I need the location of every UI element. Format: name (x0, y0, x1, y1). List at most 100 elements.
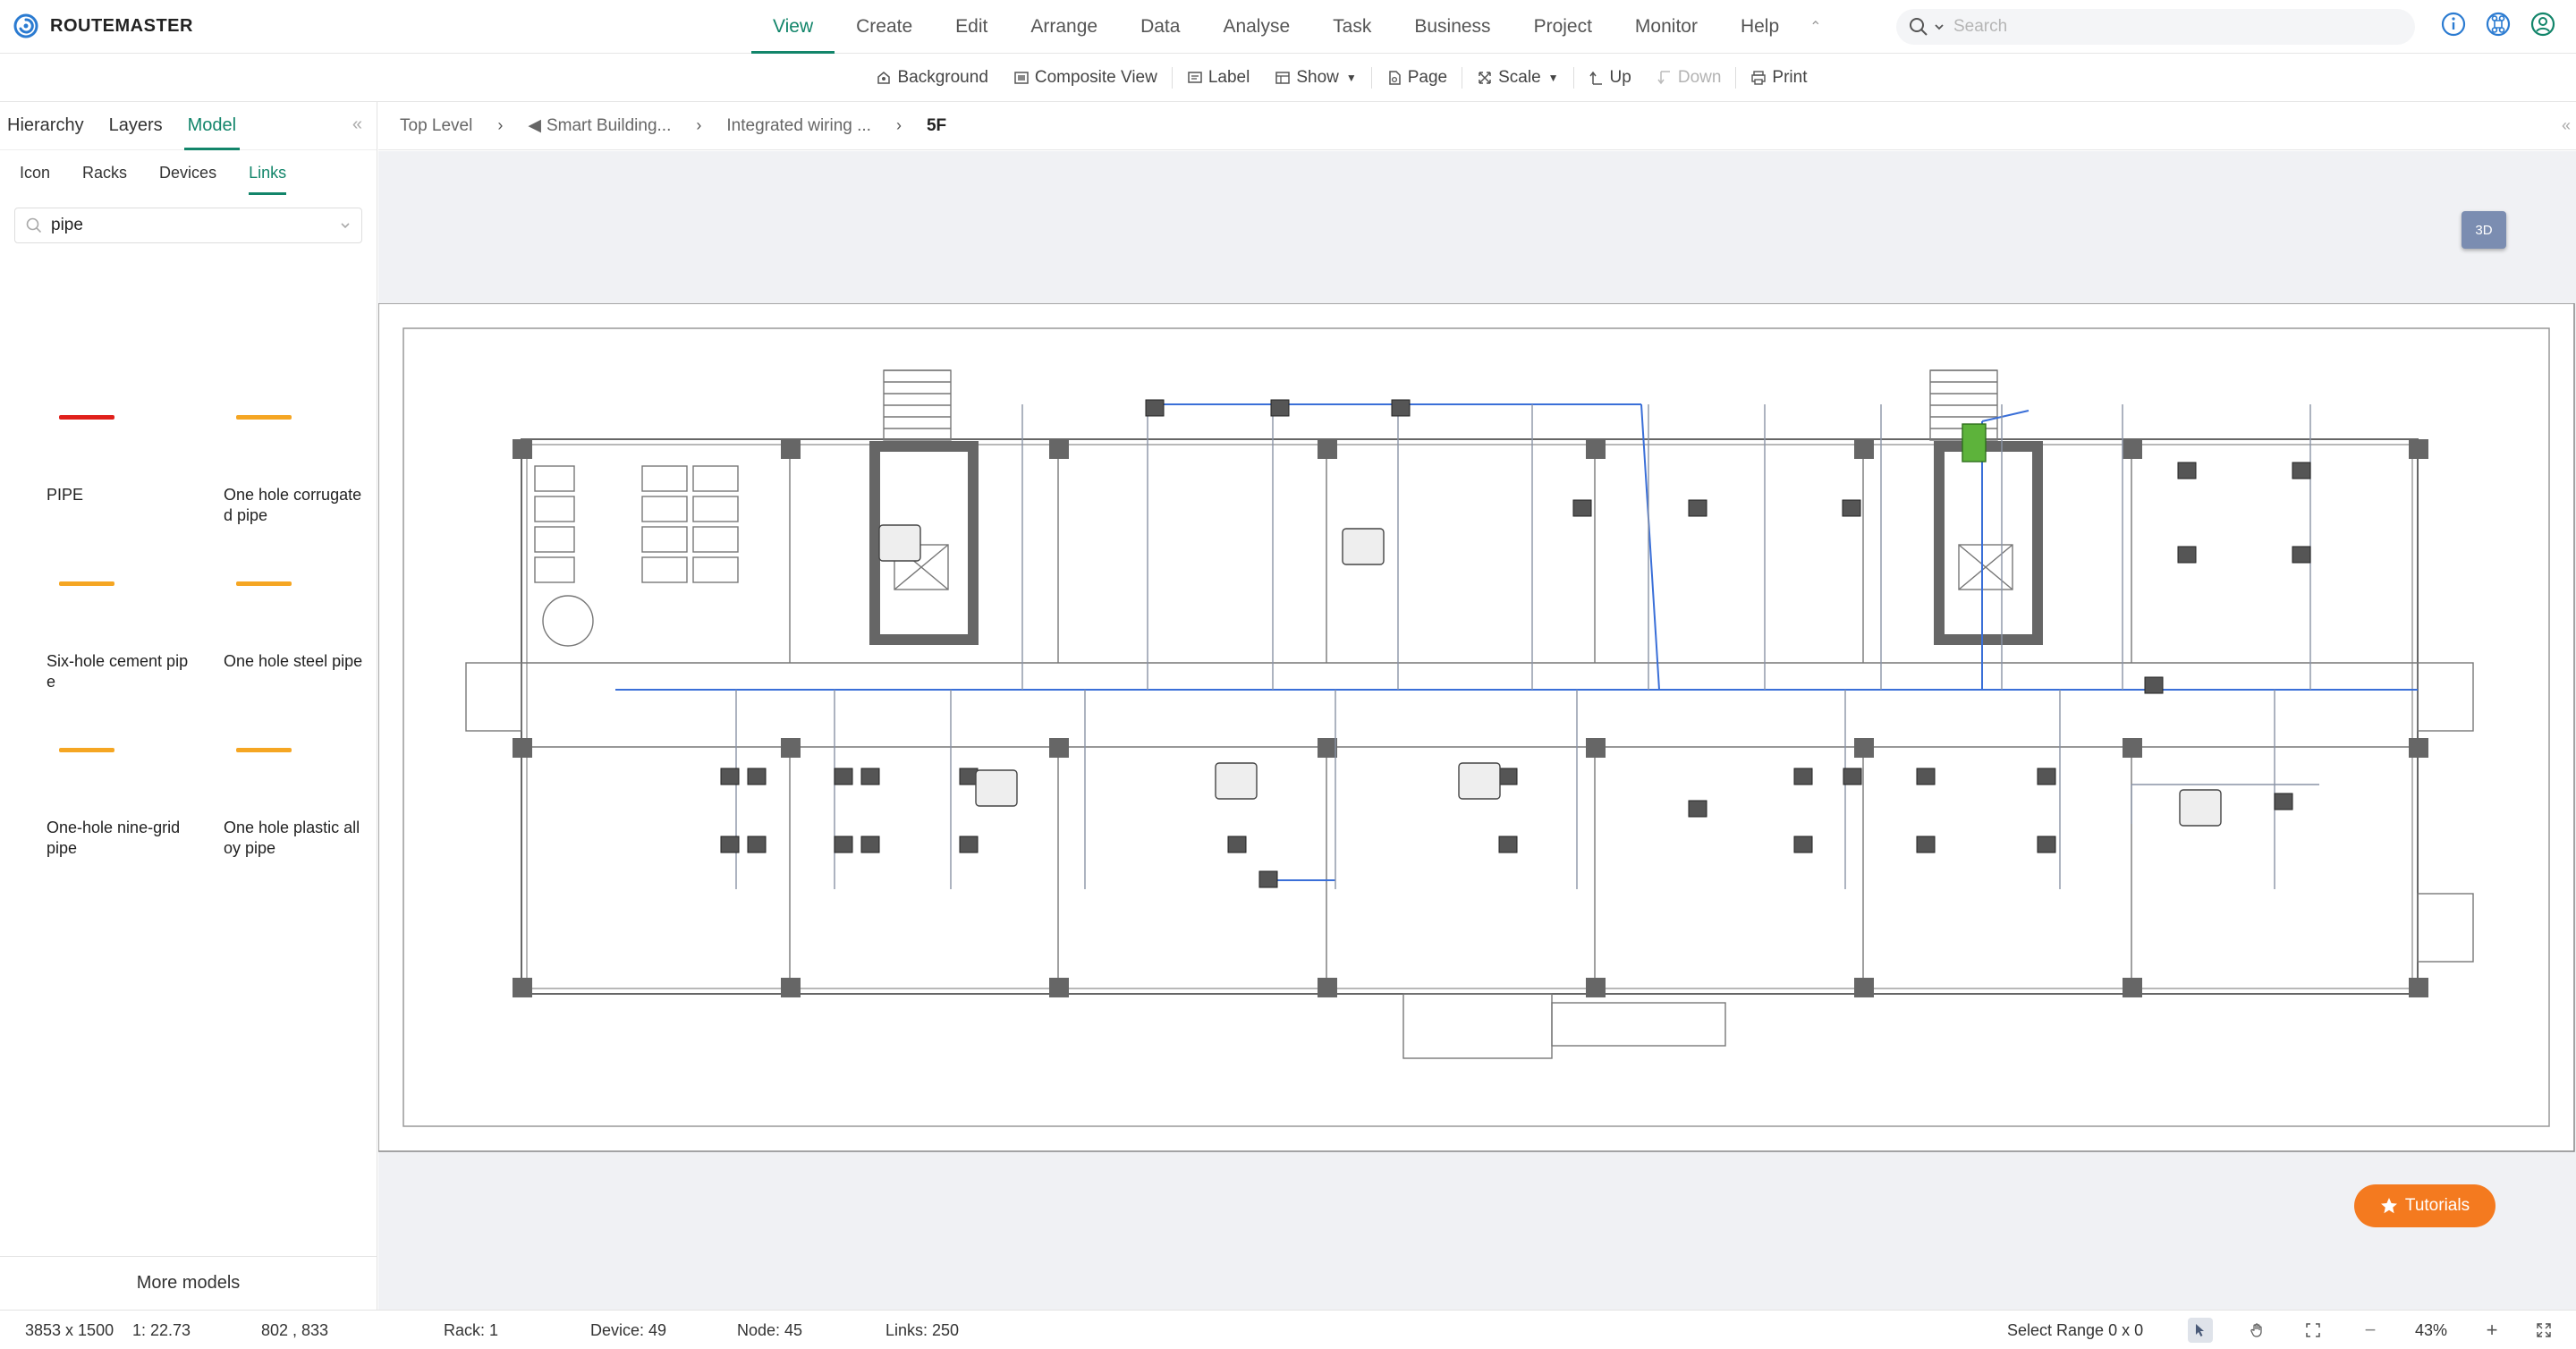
more-models-button[interactable]: More models (0, 1256, 377, 1310)
up-button[interactable]: Up (1576, 68, 1644, 88)
menu-arrange[interactable]: Arrange (1009, 0, 1119, 54)
down-button[interactable]: Down (1644, 68, 1734, 88)
fit-view-icon (2306, 1323, 2320, 1337)
background-button[interactable]: Background (863, 68, 1000, 88)
pipe-line-swatch (236, 415, 292, 420)
access-point-icon (1458, 762, 1501, 800)
access-point-icon (1215, 762, 1258, 800)
structural-column (781, 439, 801, 459)
breadcrumb-integrated-wiring[interactable]: Integrated wiring ... (726, 116, 871, 136)
scale-label: Scale (1498, 67, 1541, 87)
show-dropdown[interactable]: Show ▼ (1262, 68, 1368, 88)
breadcrumb-top-level[interactable]: Top Level (400, 116, 472, 136)
tutorials-button[interactable]: Tutorials (2354, 1184, 2496, 1227)
select-tool-button[interactable] (2188, 1318, 2213, 1343)
caret-down-icon: ▼ (1547, 71, 1559, 84)
zoom-in-button[interactable]: + (2479, 1318, 2504, 1343)
rack-icon (1962, 423, 1987, 462)
subtab-racks[interactable]: Racks (82, 150, 127, 195)
level-up-icon (1589, 71, 1602, 85)
model-search-input[interactable] (51, 216, 340, 235)
collapse-panel-icon[interactable]: « (352, 115, 362, 135)
status-canvas-size: 3853 x 1500 (25, 1321, 114, 1339)
chevron-right-icon: › (696, 116, 702, 134)
structural-column (781, 738, 801, 758)
menu-business[interactable]: Business (1393, 0, 1512, 54)
zoom-level[interactable]: 43% (2415, 1321, 2447, 1340)
floor-plan-canvas[interactable] (378, 151, 2576, 1310)
search-icon (1910, 18, 1928, 36)
brand-name: ROUTEMASTER (50, 15, 193, 36)
device-node-icon (2037, 768, 2056, 785)
structural-column (1049, 738, 1069, 758)
subtab-links[interactable]: Links (249, 150, 287, 195)
menu-edit[interactable]: Edit (934, 0, 1009, 54)
page-button[interactable]: Page (1374, 68, 1460, 88)
menu-analyse[interactable]: Analyse (1201, 0, 1311, 54)
tab-hierarchy[interactable]: Hierarchy (7, 102, 84, 150)
structural-column (781, 978, 801, 997)
collapse-right-panel-icon[interactable]: « (2562, 116, 2571, 135)
zoom-out-button[interactable]: − (2358, 1318, 2383, 1343)
background-icon (877, 71, 891, 84)
label-button[interactable]: Label (1174, 68, 1263, 88)
search-input[interactable] (1953, 17, 2365, 37)
floor-plan-drawing[interactable] (378, 303, 2576, 1305)
menu-create[interactable]: Create (835, 0, 934, 54)
fit-view-button[interactable] (2301, 1318, 2326, 1343)
chevron-right-icon: › (497, 116, 504, 134)
fullscreen-button[interactable] (2531, 1318, 2556, 1343)
tab-model[interactable]: Model (183, 102, 241, 150)
tab-layers[interactable]: Layers (109, 102, 163, 150)
pan-tool-button[interactable] (2245, 1318, 2270, 1343)
command-icon[interactable] (2485, 11, 2512, 38)
device-node-icon (1498, 768, 1518, 785)
composite-view-icon (1014, 71, 1029, 84)
breadcrumb-current-floor[interactable]: 5F (927, 116, 946, 136)
menu-help[interactable]: Help (1719, 0, 1801, 54)
menu-collapse-icon[interactable]: ⌃ (1801, 0, 1830, 54)
structural-column (2409, 978, 2428, 997)
device-node-icon (720, 836, 740, 853)
scale-dropdown[interactable]: Scale ▼ (1464, 68, 1571, 88)
device-node-icon (1793, 836, 1813, 853)
info-icon[interactable] (2440, 11, 2467, 38)
menu-task[interactable]: Task (1311, 0, 1393, 54)
user-avatar-icon[interactable] (2529, 11, 2556, 38)
structural-column (2123, 439, 2142, 459)
subtab-devices[interactable]: Devices (159, 150, 216, 195)
chevron-down-icon[interactable] (340, 220, 351, 231)
structural-column (2409, 738, 2428, 758)
model-search[interactable] (14, 208, 362, 243)
menu-project[interactable]: Project (1513, 0, 1614, 54)
device-node-icon (1572, 499, 1592, 517)
label-label: Label (1208, 67, 1250, 87)
device-node-icon (834, 836, 853, 853)
subtab-icon[interactable]: Icon (20, 150, 50, 195)
status-node-count: Node: 45 (737, 1321, 803, 1339)
access-point-icon (975, 769, 1018, 807)
device-node-icon (2292, 546, 2311, 564)
device-node-icon (2177, 462, 2197, 479)
pipe-line-swatch (59, 581, 114, 586)
print-button[interactable]: Print (1738, 68, 1819, 88)
pipe-line-swatch (59, 748, 114, 752)
chevron-down-icon[interactable] (1934, 21, 1945, 32)
breadcrumb-back-icon[interactable]: ◀ (528, 115, 541, 136)
view-3d-button[interactable]: 3D (2462, 211, 2506, 249)
device-node-icon (1270, 399, 1290, 417)
composite-view-button[interactable]: Composite View (1001, 68, 1170, 88)
scale-icon (1479, 71, 1491, 84)
menu-monitor[interactable]: Monitor (1614, 0, 1719, 54)
access-point-icon (2179, 789, 2222, 827)
menu-data[interactable]: Data (1119, 0, 1201, 54)
device-node-icon (2037, 836, 2056, 853)
device-node-icon (1916, 836, 1936, 853)
breadcrumb: Top Level › ◀ Smart Building... › Integr… (378, 102, 2576, 150)
menu-view[interactable]: View (751, 0, 835, 54)
breadcrumb-smart-building[interactable]: Smart Building... (547, 116, 671, 136)
global-search[interactable] (1896, 9, 2415, 45)
pipe-line-swatch (236, 581, 292, 586)
structural-column (2409, 439, 2428, 459)
model-label: One hole corrugated pipe (224, 486, 362, 524)
